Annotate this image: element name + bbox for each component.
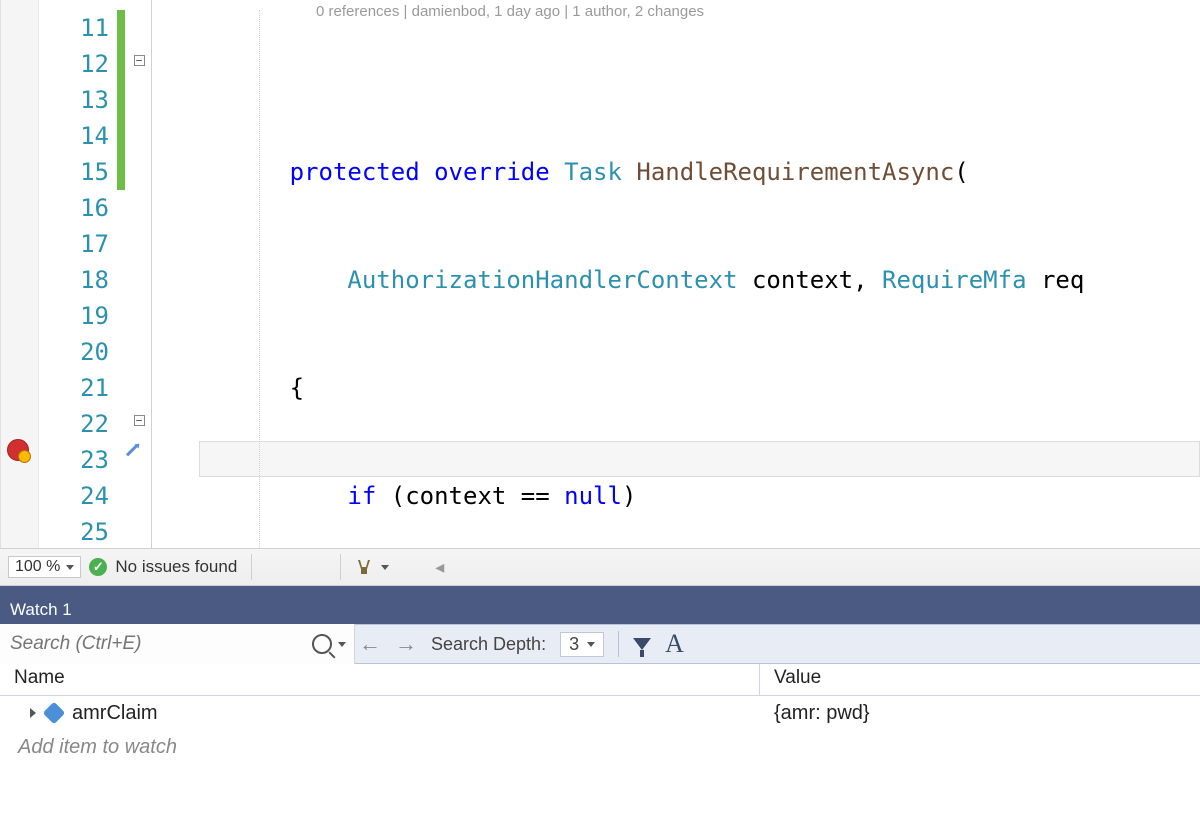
collapse-toggle-icon[interactable]: − xyxy=(134,415,145,426)
filter-icon[interactable] xyxy=(633,638,651,650)
line-number: 21 xyxy=(39,370,109,406)
check-circle-icon: ✓ xyxy=(89,558,107,576)
codelens-info[interactable]: 0 references | damienbod, 1 day ago | 1 … xyxy=(316,0,704,30)
line-number: 12 xyxy=(39,46,109,82)
zoom-value: 100 % xyxy=(15,558,60,576)
forward-arrow-icon[interactable]: → xyxy=(395,631,417,657)
code-editor[interactable]: 11 12 13 14 15 16 17 18 19 20 21 22 23 2… xyxy=(0,0,1200,548)
search-depth-value: 3 xyxy=(569,634,579,655)
line-number: 25 xyxy=(39,514,109,548)
visual-studio-window: 11 12 13 14 15 16 17 18 19 20 21 22 23 2… xyxy=(0,0,1200,828)
outlining-margin[interactable]: − − xyxy=(127,0,151,548)
line-number: 22 xyxy=(39,406,109,442)
editor-status-bar: 100 % ✓ No issues found ◂ xyxy=(0,548,1200,586)
code-line[interactable]: AuthorizationHandlerContext context, Req… xyxy=(152,262,1200,298)
line-number: 20 xyxy=(39,334,109,370)
separator xyxy=(618,631,619,657)
text-format-icon[interactable]: A xyxy=(665,629,684,659)
code-line[interactable]: protected override Task HandleRequiremen… xyxy=(152,154,1200,190)
panel-splitter[interactable] xyxy=(0,586,1200,596)
code-cleanup-icon[interactable] xyxy=(355,558,373,576)
line-number: 19 xyxy=(39,298,109,334)
glyph-margin[interactable] xyxy=(1,0,39,548)
watch-toolbar: ← → Search Depth: 3 A xyxy=(0,624,1200,664)
search-icon[interactable] xyxy=(312,634,332,654)
line-number: 11 xyxy=(39,10,109,46)
separator xyxy=(251,554,252,580)
line-numbers: 11 12 13 14 15 16 17 18 19 20 21 22 23 2… xyxy=(39,0,115,548)
line-number: 18 xyxy=(39,262,109,298)
breakpoint-icon[interactable] xyxy=(7,439,29,461)
code-line[interactable]: { xyxy=(152,370,1200,406)
zoom-dropdown[interactable]: 100 % xyxy=(8,556,81,578)
line-number: 24 xyxy=(39,478,109,514)
line-number: 17 xyxy=(39,226,109,262)
line-number: 14 xyxy=(39,118,109,154)
search-depth-dropdown[interactable]: 3 xyxy=(560,632,604,657)
collapse-toggle-icon[interactable]: − xyxy=(134,55,145,66)
back-arrow-icon[interactable]: ← xyxy=(359,631,381,657)
code-line[interactable]: if (context == null) xyxy=(152,478,1200,514)
line-number: 13 xyxy=(39,82,109,118)
change-indicator-margin xyxy=(115,0,127,548)
issues-status-text[interactable]: No issues found xyxy=(115,557,237,577)
watch-row[interactable]: amrClaim {amr: pwd} xyxy=(0,696,1200,730)
watch-panel-title[interactable]: Watch 1 xyxy=(0,596,1200,624)
line-number: 23 xyxy=(39,442,109,478)
watch-item-value: {amr: pwd} xyxy=(760,702,1200,725)
chevron-down-icon xyxy=(66,565,74,570)
search-depth-label: Search Depth: xyxy=(431,634,546,655)
line-number: 15 xyxy=(39,154,109,190)
watch-add-item-input[interactable]: Add item to watch xyxy=(0,730,1200,764)
watch-item-name: amrClaim xyxy=(72,702,158,725)
expand-triangle-icon[interactable] xyxy=(30,708,36,718)
separator xyxy=(340,554,341,580)
column-header-value[interactable]: Value xyxy=(760,664,1200,695)
chevron-down-icon[interactable] xyxy=(338,642,346,647)
watch-search-input[interactable] xyxy=(10,633,270,655)
chevron-down-icon[interactable] xyxy=(381,565,389,570)
code-text-area[interactable]: 0 references | damienbod, 1 day ago | 1 … xyxy=(152,0,1200,548)
chevron-left-icon[interactable]: ◂ xyxy=(435,557,444,578)
line-number: 16 xyxy=(39,190,109,226)
watch-column-headers[interactable]: Name Value xyxy=(0,664,1200,696)
column-header-name[interactable]: Name xyxy=(0,664,760,695)
object-icon xyxy=(43,702,66,725)
watch-search-box[interactable] xyxy=(0,624,355,664)
chevron-down-icon xyxy=(587,642,595,647)
